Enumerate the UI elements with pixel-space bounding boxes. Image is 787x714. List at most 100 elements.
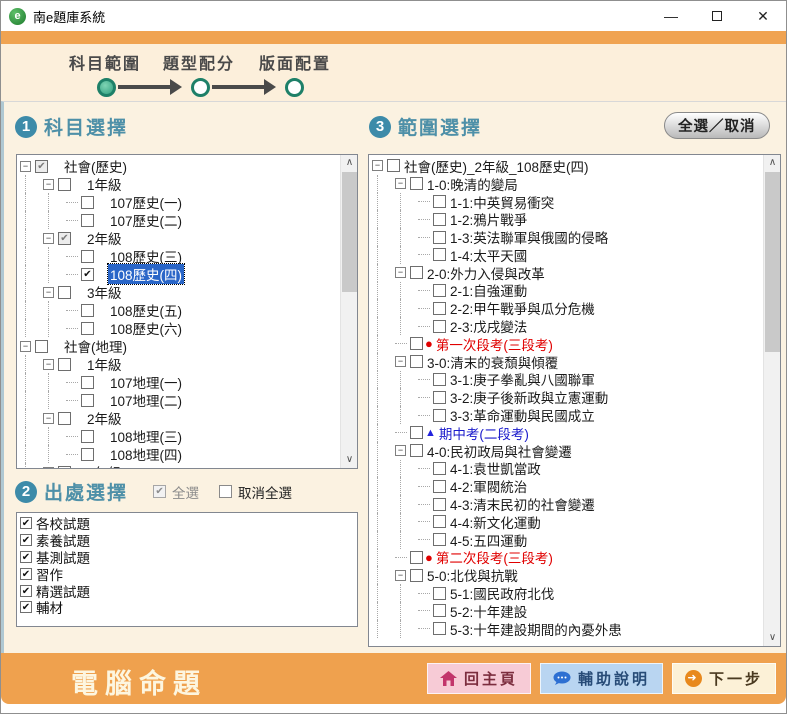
select-all-checkbox[interactable]: ✔ — [153, 485, 166, 498]
tree-checkbox[interactable] — [410, 551, 423, 564]
tree-checkbox[interactable] — [433, 622, 446, 635]
expand-collapse-icon[interactable]: − — [43, 467, 54, 469]
source-checkbox[interactable]: ✔ — [20, 517, 32, 529]
tree-checkbox[interactable]: ✔ — [58, 232, 71, 245]
tree-checkbox[interactable] — [410, 569, 423, 582]
tree-item-label[interactable]: 社會(歷史) — [62, 156, 129, 176]
expand-collapse-icon[interactable]: − — [43, 233, 54, 244]
tree-checkbox[interactable] — [58, 178, 71, 191]
tree-item[interactable]: 107歷史(二) — [20, 211, 338, 229]
tree-checkbox[interactable] — [410, 355, 423, 368]
tree-checkbox[interactable] — [433, 320, 446, 333]
tree-item[interactable]: 1-2:鴉片戰爭 — [372, 210, 761, 228]
tree-item[interactable]: 108歷史(五) — [20, 301, 338, 319]
tree-checkbox[interactable] — [410, 266, 423, 279]
tree-item[interactable]: −社會(地理) — [20, 337, 338, 355]
deselect-all-checkbox[interactable] — [219, 485, 232, 498]
expand-collapse-icon[interactable]: − — [395, 267, 406, 278]
tree-checkbox[interactable] — [58, 358, 71, 371]
tree-item-label[interactable]: 2年級 — [85, 408, 124, 428]
tree-checkbox[interactable] — [81, 196, 94, 209]
tree-item[interactable]: 108地理(四) — [20, 445, 338, 463]
tree-item[interactable]: −2年級 — [20, 409, 338, 427]
tree-item-label[interactable]: 108歷史(三) — [108, 246, 184, 266]
tree-checkbox[interactable] — [433, 302, 446, 315]
tree-checkbox[interactable] — [58, 466, 71, 469]
range-tree-scrollbar[interactable]: ∧ ∨ — [763, 155, 780, 646]
tree-item[interactable]: 107歷史(一) — [20, 193, 338, 211]
source-list-item[interactable]: ✔輔材 — [17, 599, 357, 616]
tree-item-label[interactable]: 2年級 — [85, 228, 124, 248]
tree-item-label[interactable]: 107歷史(一) — [108, 192, 184, 212]
tree-checkbox[interactable] — [433, 462, 446, 475]
tree-checkbox[interactable] — [410, 444, 423, 457]
tree-item[interactable]: −1-0:晚清的變局 — [372, 175, 761, 193]
select-toggle-button[interactable]: 全選／取消 — [664, 112, 770, 139]
tree-item[interactable]: 4-2:軍閥統治 — [372, 477, 761, 495]
tree-item[interactable]: 4-4:新文化運動 — [372, 513, 761, 531]
tree-checkbox[interactable]: ✔ — [81, 268, 94, 281]
tree-item[interactable]: 107地理(一) — [20, 373, 338, 391]
expand-collapse-icon[interactable]: − — [43, 359, 54, 370]
tree-checkbox[interactable] — [81, 394, 94, 407]
tree-item[interactable]: 2-3:戊戌變法 — [372, 317, 761, 335]
tree-checkbox[interactable] — [433, 373, 446, 386]
expand-collapse-icon[interactable]: − — [395, 178, 406, 189]
scroll-down-icon[interactable]: ∨ — [764, 630, 781, 646]
tree-item[interactable]: 108地理(三) — [20, 427, 338, 445]
tree-checkbox[interactable] — [433, 231, 446, 244]
tree-checkbox[interactable] — [433, 409, 446, 422]
tree-checkbox[interactable] — [433, 391, 446, 404]
step-circle-3[interactable] — [285, 78, 304, 97]
tree-item[interactable]: 1-1:中英貿易衝突 — [372, 193, 761, 211]
source-checkbox[interactable]: ✔ — [20, 534, 32, 546]
tree-checkbox[interactable] — [433, 515, 446, 528]
next-button[interactable]: ➜ 下一步 — [672, 663, 776, 694]
tree-checkbox[interactable] — [81, 376, 94, 389]
tree-item-label[interactable]: 1年級 — [85, 174, 124, 194]
tree-item[interactable]: −4-0:民初政局與社會變遷 — [372, 442, 761, 460]
tree-item[interactable]: 3-2:庚子後新政與立憲運動 — [372, 388, 761, 406]
tree-checkbox[interactable] — [81, 250, 94, 263]
expand-collapse-icon[interactable]: − — [372, 160, 383, 171]
tree-item[interactable]: −✔社會(歷史) — [20, 157, 338, 175]
step-circle-1-active[interactable] — [97, 78, 116, 97]
tree-item[interactable]: ▲期中考(二段考) — [372, 424, 761, 442]
tree-item-label[interactable]: 108歷史(四) — [108, 264, 184, 284]
expand-collapse-icon[interactable]: − — [43, 179, 54, 190]
expand-collapse-icon[interactable]: − — [43, 287, 54, 298]
tree-item[interactable]: ●第二次段考(三段考) — [372, 549, 761, 567]
tree-checkbox[interactable] — [81, 430, 94, 443]
minimize-button[interactable]: — — [648, 1, 694, 31]
scroll-up-icon[interactable]: ∧ — [764, 155, 781, 171]
tree-checkbox[interactable] — [433, 480, 446, 493]
tree-item[interactable]: 4-5:五四運動 — [372, 531, 761, 549]
tree-item[interactable]: 107地理(二) — [20, 391, 338, 409]
tree-item[interactable]: 108歷史(三) — [20, 247, 338, 265]
tree-checkbox[interactable] — [81, 304, 94, 317]
tree-checkbox[interactable] — [58, 412, 71, 425]
tree-checkbox[interactable] — [410, 177, 423, 190]
tree-item[interactable]: − 1年級 — [20, 175, 338, 193]
tree-checkbox[interactable] — [35, 340, 48, 353]
tree-checkbox[interactable] — [410, 337, 423, 350]
close-button[interactable]: ✕ — [740, 1, 786, 31]
tree-checkbox[interactable] — [433, 195, 446, 208]
tree-item[interactable]: 5-3:十年建設期間的內憂外患 — [372, 620, 761, 638]
tree-item[interactable]: ●第一次段考(三段考) — [372, 335, 761, 353]
expand-collapse-icon[interactable]: − — [395, 570, 406, 581]
tree-checkbox[interactable] — [433, 248, 446, 261]
source-checkbox[interactable]: ✔ — [20, 551, 32, 563]
tree-item[interactable]: −3年級 — [20, 283, 338, 301]
tree-item-label[interactable]: 108歷史(五) — [108, 300, 184, 320]
tree-checkbox[interactable] — [387, 159, 400, 172]
tree-item[interactable]: 2-1:自強運動 — [372, 282, 761, 300]
tree-checkbox[interactable] — [410, 426, 423, 439]
tree-checkbox[interactable]: ✔ — [35, 160, 48, 173]
tree-item[interactable]: −1年級 — [20, 355, 338, 373]
tree-checkbox[interactable] — [433, 587, 446, 600]
tree-checkbox[interactable] — [433, 213, 446, 226]
tree-item[interactable]: −5-0:北伐與抗戰 — [372, 566, 761, 584]
tree-item[interactable]: 3-1:庚子拳亂與八國聯軍 — [372, 371, 761, 389]
tree-checkbox[interactable] — [81, 448, 94, 461]
